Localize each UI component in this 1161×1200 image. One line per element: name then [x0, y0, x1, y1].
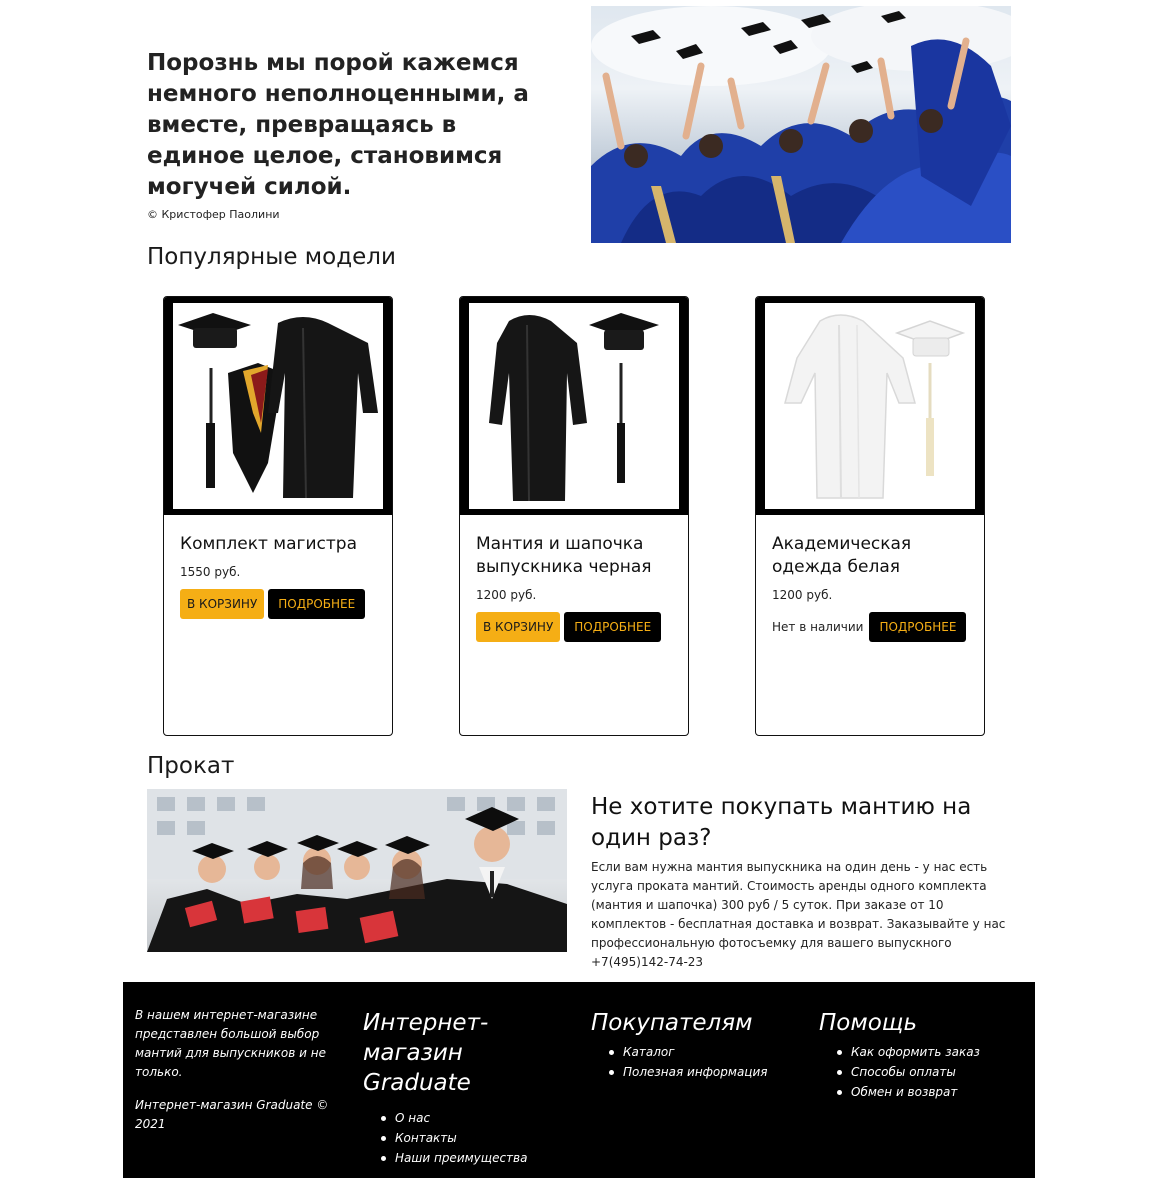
- footer-column-help: Помощь Как оформить заказ Способы оплаты…: [819, 1008, 1019, 1102]
- footer-link-contacts[interactable]: Контакты: [363, 1128, 533, 1148]
- footer-link-about[interactable]: О нас: [363, 1108, 533, 1128]
- add-to-cart-button[interactable]: В КОРЗИНУ: [476, 612, 561, 642]
- footer-column-shop: Интернет-магазин Graduate О нас Контакты…: [363, 1008, 533, 1168]
- product-image-frame: [756, 297, 984, 515]
- product-name[interactable]: Академическая одежда белая: [772, 533, 968, 579]
- rental-description: Если вам нужна мантия выпускника на один…: [591, 860, 1006, 969]
- footer-links: Каталог Полезная информация: [591, 1042, 791, 1082]
- out-of-stock-label: Нет в наличии: [772, 620, 864, 634]
- product-card: Академическая одежда белая 1200 руб. Нет…: [755, 296, 985, 736]
- footer-link-exchange-return[interactable]: Обмен и возврат: [819, 1082, 1019, 1102]
- product-price: 1200 руб.: [476, 588, 537, 602]
- details-button[interactable]: ПОДРОБНЕЕ: [869, 612, 967, 642]
- product-card: Комплект магистра 1550 руб. В КОРЗИНУ ПО…: [163, 296, 393, 736]
- product-name[interactable]: Комплект магистра: [180, 533, 376, 556]
- footer-column-title: Помощь: [819, 1010, 918, 1036]
- product-price: 1550 руб.: [180, 565, 241, 579]
- add-to-cart-button[interactable]: В КОРЗИНУ: [180, 589, 265, 619]
- product-image-master-set[interactable]: [173, 303, 383, 509]
- hero-graduates-photo: [591, 6, 1011, 243]
- rental-graduates-photo: [147, 789, 567, 952]
- product-card: Мантия и шапочка выпускника черная 1200 …: [459, 296, 689, 736]
- footer-copyright: Интернет-магазин Graduate © 2021: [135, 1098, 329, 1131]
- footer-about-text: В нашем интернет-магазине представлен бо…: [135, 1008, 326, 1079]
- footer-links: О нас Контакты Наши преимущества: [363, 1108, 533, 1168]
- footer-link-useful-info[interactable]: Полезная информация: [591, 1062, 791, 1082]
- product-image-black-gown[interactable]: [469, 303, 679, 509]
- footer-link-how-to-order[interactable]: Как оформить заказ: [819, 1042, 1019, 1062]
- product-image-white-gown[interactable]: [765, 303, 975, 509]
- rental-heading: Не хотите покупать мантию на один раз?: [591, 794, 972, 851]
- footer-about: В нашем интернет-магазине представлен бо…: [135, 1006, 335, 1134]
- footer-column-title: Интернет-магазин Graduate: [363, 1010, 489, 1096]
- product-image-frame: [460, 297, 688, 515]
- rental-section-title: Прокат: [147, 753, 235, 779]
- footer: В нашем интернет-магазине представлен бо…: [123, 982, 1035, 1178]
- details-button[interactable]: ПОДРОБНЕЕ: [268, 589, 366, 619]
- popular-section-title: Популярные модели: [147, 244, 396, 270]
- footer-column-customers: Покупателям Каталог Полезная информация: [591, 1008, 791, 1082]
- hero-quote: Порознь мы порой кажемся немного неполно…: [147, 50, 529, 200]
- footer-column-title: Покупателям: [591, 1010, 753, 1036]
- footer-link-catalog[interactable]: Каталог: [591, 1042, 791, 1062]
- details-button[interactable]: ПОДРОБНЕЕ: [564, 612, 662, 642]
- product-image-frame: [164, 297, 392, 515]
- hero-author: © Кристофер Паолини: [147, 208, 280, 221]
- product-price: 1200 руб.: [772, 588, 833, 602]
- product-name[interactable]: Мантия и шапочка выпускника черная: [476, 533, 672, 579]
- footer-link-payment-methods[interactable]: Способы оплаты: [819, 1062, 1019, 1082]
- footer-link-advantages[interactable]: Наши преимущества: [363, 1148, 533, 1168]
- footer-links: Как оформить заказ Способы оплаты Обмен …: [819, 1042, 1019, 1102]
